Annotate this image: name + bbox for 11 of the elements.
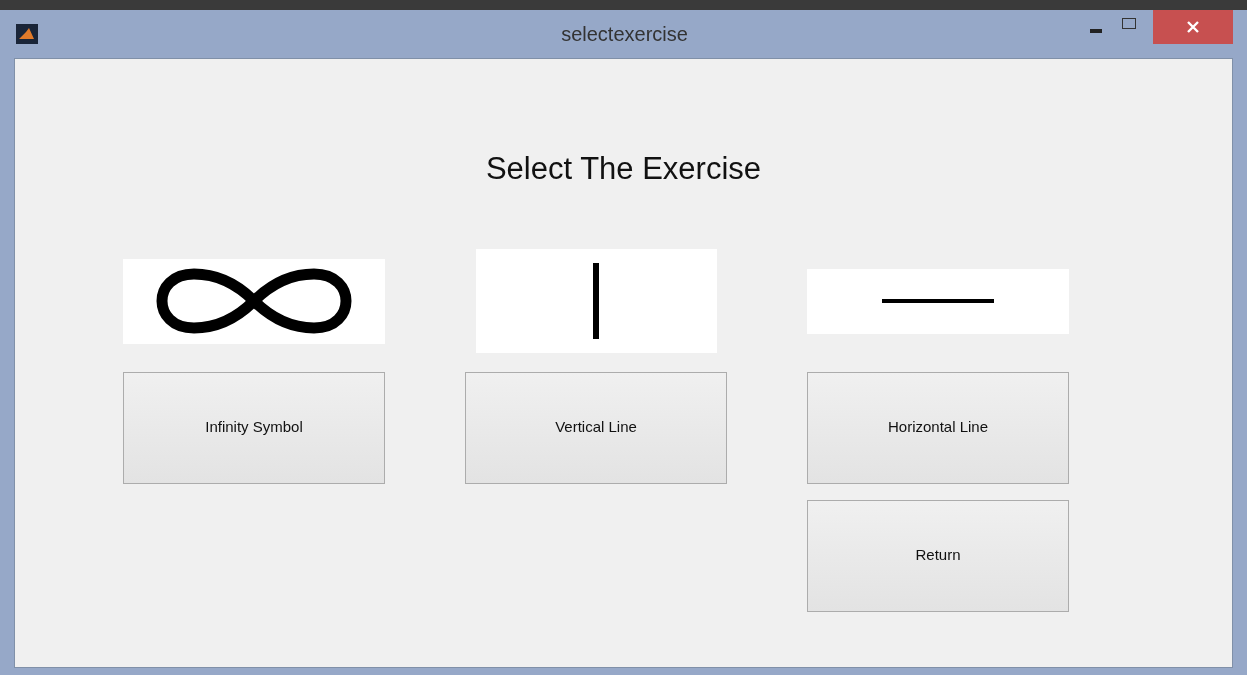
exercise-button[interactable]: Horizontal Line [807,371,1069,484]
maximize-icon [1122,17,1136,29]
minimize-icon [1090,29,1102,33]
close-icon [1187,21,1199,33]
exercise-button[interactable]: Vertical Line [465,371,727,484]
infinity-icon [154,266,354,336]
return-button[interactable]: Return [807,499,1069,612]
exercise-button[interactable]: Infinity Symbol [123,371,385,484]
heading: Select The Exercise [484,150,763,188]
window-title: selectexercise [561,22,688,47]
app-icon [16,24,38,44]
